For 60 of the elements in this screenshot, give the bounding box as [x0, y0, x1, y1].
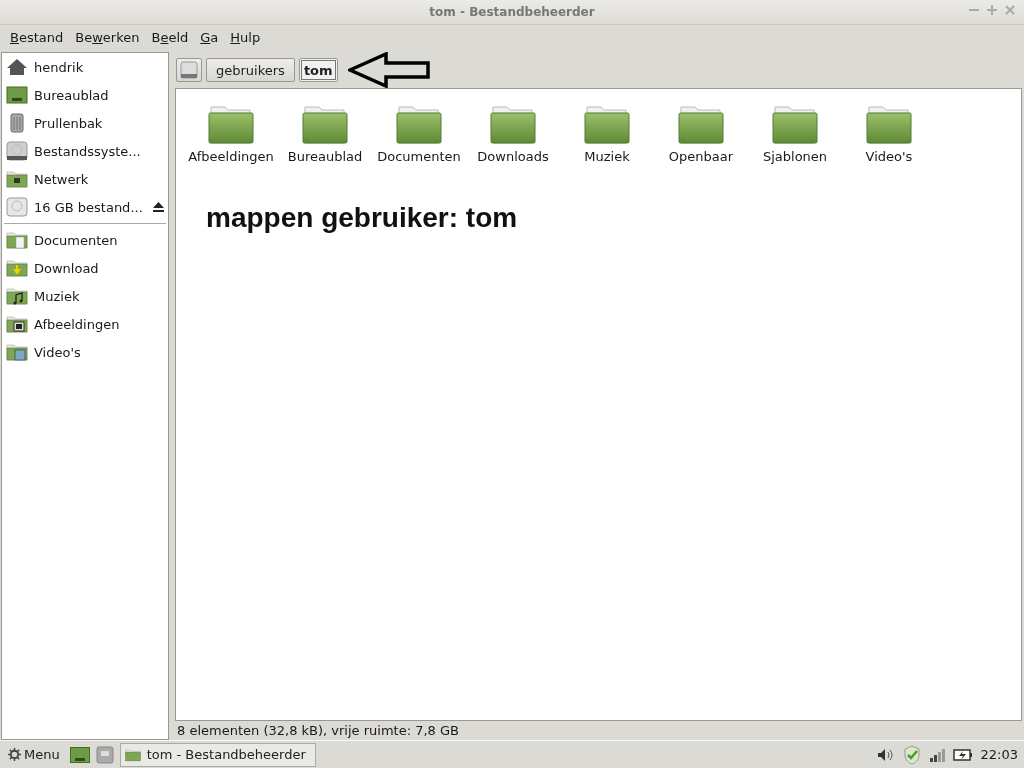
network-folder-icon	[6, 170, 28, 188]
sidebar-item[interactable]: Video's	[34, 344, 164, 360]
sidebar-item[interactable]: Prullenbak	[34, 115, 164, 131]
folder-name[interactable]: Documenten	[377, 149, 461, 164]
folder-icon[interactable]	[395, 105, 443, 145]
folder-icon	[124, 747, 141, 762]
pictures-folder-icon	[6, 315, 28, 333]
folder-name[interactable]: Bureaublad	[287, 149, 363, 164]
music-folder-icon	[6, 287, 28, 305]
folder-name[interactable]: Downloads	[477, 149, 549, 164]
folder-icon[interactable]	[677, 105, 725, 145]
download-folder-icon	[6, 259, 28, 277]
sidebar-item[interactable]: Bureaublad	[34, 87, 164, 103]
videos-folder-icon	[6, 343, 28, 361]
sidebar-item[interactable]: Muziek	[34, 288, 164, 304]
desktop-icon	[6, 86, 28, 104]
eject-icon[interactable]	[153, 202, 164, 212]
drive-button[interactable]	[176, 58, 202, 82]
gear-icon	[8, 748, 21, 761]
drive-icon	[180, 61, 198, 79]
folder-icon[interactable]	[771, 105, 819, 145]
sidebar-item[interactable]: Netwerk	[34, 171, 164, 187]
battery-icon[interactable]	[952, 747, 973, 762]
menu-button[interactable]: Menu	[4, 747, 64, 762]
path-button[interactable]: gebruikers	[206, 58, 295, 82]
folder-name[interactable]: Afbeeldingen	[188, 149, 274, 164]
menu-item[interactable]: Beeld	[145, 29, 195, 45]
folder-name[interactable]: Muziek	[584, 149, 630, 164]
clock[interactable]: 22:03	[980, 747, 1018, 762]
sidebar-item[interactable]: Download	[34, 260, 164, 276]
home-icon	[6, 58, 28, 76]
folder-name[interactable]: Openbaar	[668, 149, 734, 164]
folder-icon[interactable]	[583, 105, 631, 145]
documents-folder-icon	[6, 231, 28, 249]
sidebar-item[interactable]: hendrik	[34, 59, 164, 75]
folder-name[interactable]: Sjablonen	[762, 149, 828, 164]
annotation-text: mappen gebruiker: tom	[206, 202, 519, 234]
sidebar-item[interactable]: Afbeeldingen	[34, 316, 164, 332]
menu-item[interactable]: Bewerken	[69, 29, 146, 45]
folder-icon[interactable]	[207, 105, 255, 145]
menu-item[interactable]: Bestand	[4, 29, 70, 45]
menu-item[interactable]: Hulp	[224, 29, 267, 45]
folder-icon[interactable]	[489, 105, 537, 145]
volume-icon[interactable]	[876, 747, 895, 762]
folder-icon[interactable]	[301, 105, 349, 145]
window-title: tom - Bestandbeheerder	[429, 5, 595, 19]
desktop-icon[interactable]	[69, 746, 90, 763]
drive-icon	[6, 197, 28, 217]
path-button[interactable]: tom	[298, 58, 338, 82]
signal-icon[interactable]	[928, 747, 945, 762]
drive-icon	[6, 141, 28, 161]
sidebar-item[interactable]: Documenten	[34, 232, 164, 248]
sidebar-item[interactable]: Bestandssyste...	[34, 143, 164, 159]
shield-check-icon[interactable]	[902, 744, 921, 765]
folder-icon[interactable]	[865, 105, 913, 145]
status-text: 8 elementen (32,8 kB), vrije ruimte: 7,8 GB	[177, 723, 459, 738]
taskbar-window-button[interactable]: tom - Bestandbeheerder	[119, 742, 316, 767]
folder-name[interactable]: Video's	[865, 149, 913, 164]
menu-item[interactable]: Ga	[194, 29, 225, 45]
sidebar-item[interactable]: 16 GB bestand...	[34, 199, 147, 215]
